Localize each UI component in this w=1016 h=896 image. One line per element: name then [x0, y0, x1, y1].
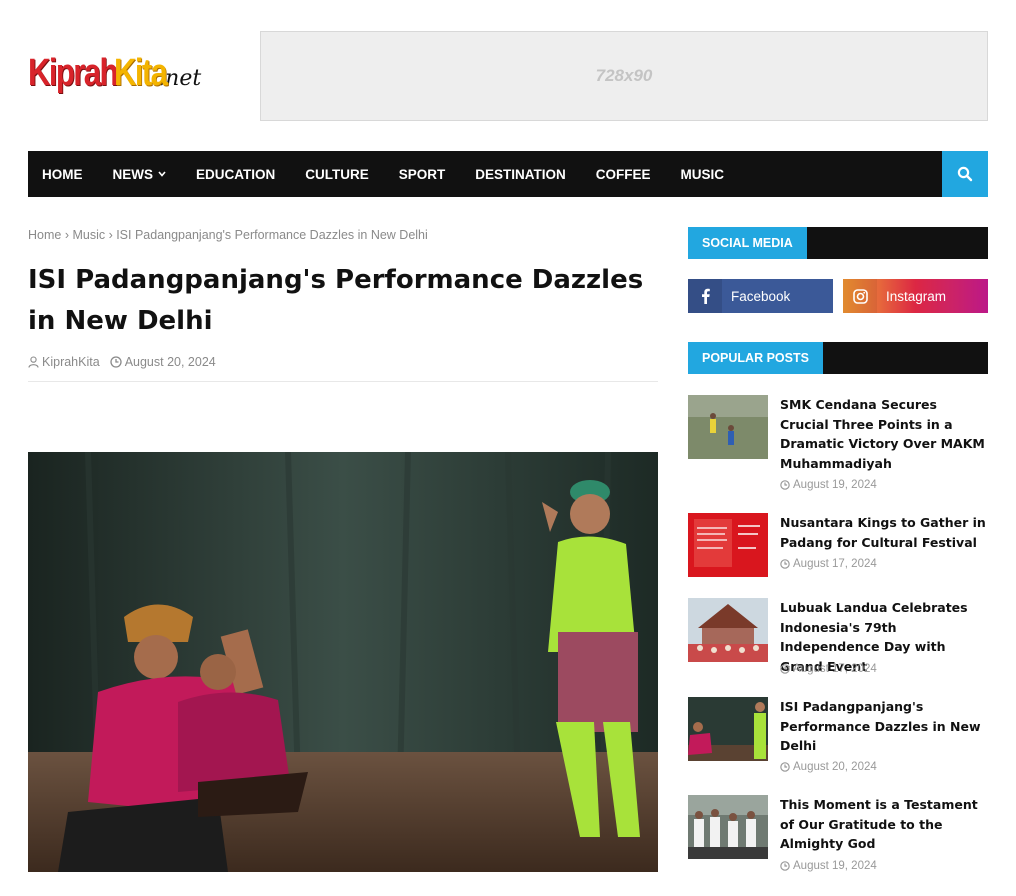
nav-item-destination[interactable]: DESTINATION	[475, 167, 566, 182]
clock-icon	[780, 762, 790, 772]
search-icon	[957, 166, 973, 182]
post-date: August 20, 2024	[780, 761, 877, 773]
post-thumbnail[interactable]	[688, 395, 768, 459]
clock-icon	[780, 559, 790, 569]
article-title: ISI Padangpanjang's Performance Dazzles …	[28, 265, 644, 336]
social-media-heading: SOCIAL MEDIA	[688, 227, 988, 259]
meta-divider	[28, 381, 658, 382]
chevron-down-icon	[158, 169, 166, 179]
logo-text-kiprah: Kiprah	[28, 52, 119, 94]
popular-post-item[interactable]: This Moment is a Testament of Our Gratit…	[688, 795, 988, 875]
post-thumbnail[interactable]	[688, 697, 768, 761]
post-thumbnail[interactable]	[688, 795, 768, 859]
nav-item-education[interactable]: EDUCATION	[196, 167, 275, 182]
clock-icon	[780, 664, 790, 674]
post-title[interactable]: This Moment is a Testament of Our Gratit…	[780, 795, 988, 854]
ad-banner[interactable]: 728x90	[260, 31, 988, 121]
nav-item-music[interactable]: MUSIC	[681, 167, 725, 182]
nav-item-news[interactable]: NEWS	[113, 167, 167, 182]
clock-icon	[110, 356, 122, 368]
post-title[interactable]: SMK Cendana Secures Crucial Three Points…	[780, 395, 988, 473]
nav-item-sport[interactable]: SPORT	[399, 167, 446, 182]
search-button[interactable]	[942, 151, 988, 197]
nav-item-culture[interactable]: CULTURE	[305, 167, 369, 182]
instagram-icon	[843, 279, 877, 313]
clock-icon	[780, 861, 790, 871]
post-thumbnail[interactable]	[688, 598, 768, 662]
main-nav: HOME NEWS EDUCATION CULTURE SPORT DESTIN…	[28, 151, 988, 197]
post-date: August 17, 2024	[780, 558, 877, 570]
site-logo[interactable]: Kiprah Kita .net	[28, 52, 201, 100]
breadcrumb[interactable]: Home › Music › ISI Padangpanjang's Perfo…	[28, 228, 428, 242]
instagram-button[interactable]: Instagram	[843, 279, 988, 313]
nav-item-coffee[interactable]: COFFEE	[596, 167, 651, 182]
ad-banner-label: 728x90	[595, 66, 653, 85]
article-author[interactable]: KiprahKita	[42, 355, 100, 369]
article-meta: KiprahKita August 20, 2024	[28, 355, 216, 369]
nav-item-home[interactable]: HOME	[42, 167, 83, 182]
article-date: August 20, 2024	[124, 355, 216, 369]
post-title[interactable]: ISI Padangpanjang's Performance Dazzles …	[780, 697, 988, 756]
post-thumbnail[interactable]	[688, 513, 768, 577]
user-icon	[28, 356, 39, 368]
popular-post-item[interactable]: SMK Cendana Secures Crucial Three Points…	[688, 395, 988, 495]
popular-post-item[interactable]: ISI Padangpanjang's Performance Dazzles …	[688, 697, 988, 777]
popular-post-item[interactable]: Nusantara Kings to Gather in Padang for …	[688, 513, 988, 583]
post-title[interactable]: Nusantara Kings to Gather in Padang for …	[780, 513, 988, 552]
clock-icon	[780, 480, 790, 490]
facebook-icon	[688, 279, 722, 313]
post-date: August 17, 2024	[780, 663, 877, 675]
article-hero-image	[28, 452, 658, 872]
facebook-button[interactable]: Facebook	[688, 279, 833, 313]
popular-post-item[interactable]: Lubuak Landua Celebrates Indonesia's 79t…	[688, 598, 988, 678]
logo-text-kita: Kita	[114, 52, 168, 94]
popular-posts-heading: POPULAR POSTS	[688, 342, 988, 374]
post-date: August 19, 2024	[780, 479, 877, 491]
post-date: August 19, 2024	[780, 860, 877, 872]
